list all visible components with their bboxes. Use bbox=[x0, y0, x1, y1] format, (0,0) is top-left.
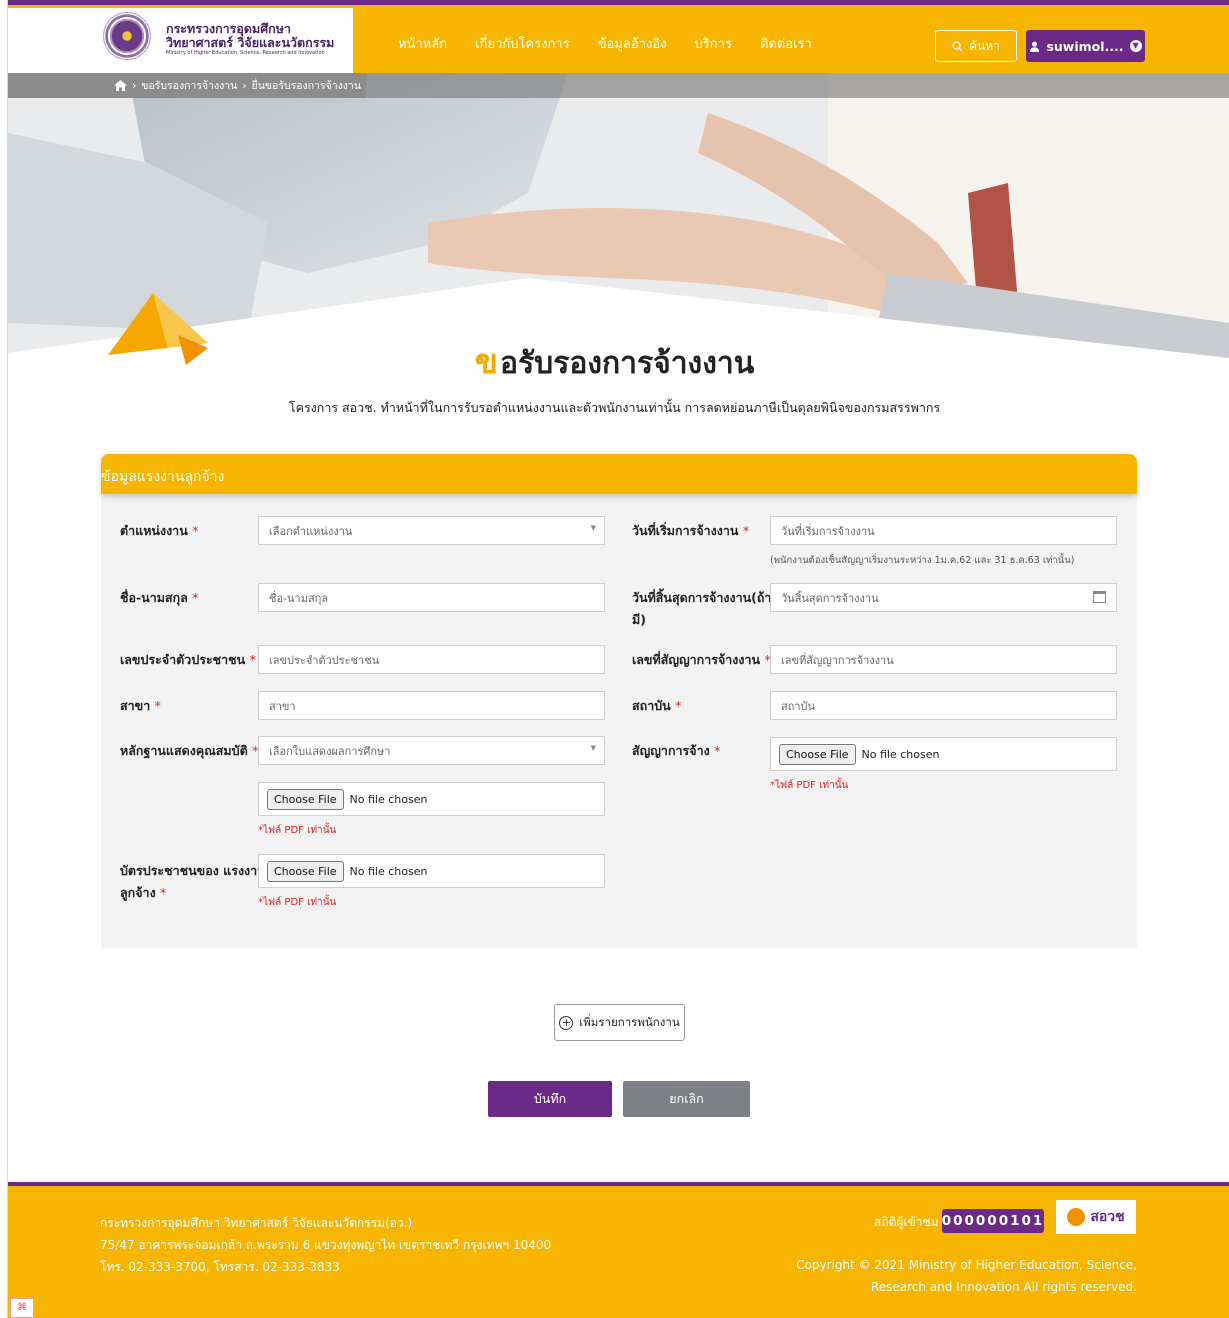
visit-counter: 000000101 bbox=[942, 1209, 1044, 1233]
id-card-label: บัตรประชาชนของ แรงงาน ลูกจ้าง * bbox=[120, 863, 266, 900]
footer-address: 75/47 อาคารพระจอมเกล้า ถ.พระราม 6 แขวงทุ… bbox=[100, 1238, 552, 1252]
sawo-logo[interactable]: สอวช bbox=[1056, 1200, 1136, 1234]
nav-home[interactable]: หน้าหลัก bbox=[398, 33, 447, 54]
end-date-placeholder: วันสิ้นสุดการจ้างงาน bbox=[781, 591, 879, 605]
breadcrumb-item-certify[interactable]: ขอรับรองการจ้างงาน bbox=[141, 77, 237, 94]
qualification-label: หลักฐานแสดงคุณสมบัติ * bbox=[120, 743, 259, 758]
logo-text-english: Ministry of Higher Education, Science, R… bbox=[166, 50, 325, 56]
footer-org: กระทรวงการอุดมศึกษา วิทยาศาสตร์ วิจัยและ… bbox=[100, 1216, 413, 1230]
page-title: ขอรับรองการจ้างงาน bbox=[0, 334, 1229, 388]
user-name: suwimol.... bbox=[1046, 38, 1124, 54]
user-icon bbox=[1030, 41, 1040, 52]
employee-form-card: ข้อมูลแรงงานลูกจ้าง ตำแหน่งงาน * เลือกตำ… bbox=[101, 454, 1137, 948]
user-menu-button[interactable]: suwimol.... ▼ bbox=[1026, 30, 1145, 62]
contract-pdf-note: *ไฟล์ PDF เท่านั้น bbox=[770, 780, 849, 791]
add-employee-button[interactable]: + เพิ่มรายการพนักงาน bbox=[554, 1004, 685, 1041]
contract-number-label: เลขที่สัญญาการจ้างงาน * bbox=[632, 652, 771, 667]
main-nav: หน้าหลัก เกี่ยวกับโครงการ ข้อมูลอ้างอิง … bbox=[398, 33, 840, 54]
start-date-placeholder: วันที่เริ่มการจ้างงาน bbox=[781, 524, 875, 538]
institute-placeholder: สถาบัน bbox=[781, 699, 816, 713]
plus-circle-icon: + bbox=[559, 1015, 574, 1030]
home-icon[interactable] bbox=[114, 80, 127, 91]
contract-choose-file-button[interactable]: Choose File bbox=[779, 743, 856, 765]
contract-number-placeholder: เลขที่สัญญาการจ้างงาน bbox=[781, 653, 894, 667]
footer-phone: โทร. 02-333-3700, โทรสาร. 02-333-3833 bbox=[100, 1260, 340, 1274]
start-date-input[interactable]: วันที่เริ่มการจ้างงาน bbox=[770, 516, 1117, 545]
position-select[interactable]: เลือกตำแหน่งงาน ▼ bbox=[258, 516, 605, 545]
contract-label: สัญญาการจ้าง * bbox=[632, 743, 721, 758]
institute-input[interactable]: สถาบัน bbox=[770, 691, 1117, 720]
page-title-rest: อรับรองการจ้างงาน bbox=[500, 346, 755, 381]
end-date-label: วันที่สิ้นสุดการจ้างงาน(ถ้า มี) bbox=[632, 590, 772, 627]
debug-toolbar-icon[interactable]: ⌘ bbox=[10, 1298, 34, 1318]
calendar-icon[interactable] bbox=[1093, 591, 1106, 603]
page-subtitle: โครงการ สอวช. ทำหน้าที่ในการรับรอตำแหน่ง… bbox=[288, 400, 941, 415]
institute-label: สถาบัน * bbox=[632, 698, 682, 713]
qualification-pdf-note: *ไฟล์ PDF เท่านั้น bbox=[258, 825, 337, 836]
branch-placeholder: สาขา bbox=[269, 699, 296, 713]
position-select-value: เลือกตำแหน่งงาน bbox=[269, 524, 353, 538]
form-section-header: ข้อมูลแรงงานลูกจ้าง bbox=[101, 454, 1137, 494]
name-input[interactable]: ชื่อ-นามสกุล bbox=[258, 583, 605, 612]
breadcrumb-separator: › bbox=[242, 79, 247, 92]
id-number-placeholder: เลขประจำตัวประชาชน bbox=[269, 653, 380, 667]
page-title-initial: ข bbox=[474, 342, 499, 382]
contract-file-input[interactable]: Choose File No file chosen bbox=[770, 737, 1117, 771]
id-card-pdf-note: *ไฟล์ PDF เท่านั้น bbox=[258, 897, 337, 908]
caret-down-icon: ▼ bbox=[590, 524, 596, 532]
left-border bbox=[0, 0, 8, 1318]
name-label: ชื่อ-นามสกุล * bbox=[120, 590, 199, 605]
qualification-choose-file-button[interactable]: Choose File bbox=[267, 788, 344, 810]
ministry-logo[interactable]: กระทรวงการอุดมศึกษา วิทยาศาสตร์ วิจัยและ… bbox=[8, 8, 353, 74]
end-date-input[interactable]: วันสิ้นสุดการจ้างงาน bbox=[770, 583, 1117, 612]
form-section-title: ข้อมูลแรงงานลูกจ้าง bbox=[101, 469, 225, 485]
copyright-line1: Copyright © 2021 Ministry of Higher Educ… bbox=[796, 1258, 1137, 1272]
id-card-file-status: No file chosen bbox=[349, 864, 428, 878]
search-button[interactable]: ค้นหา bbox=[935, 30, 1017, 62]
hero-banner bbox=[8, 73, 1229, 373]
contract-file-status: No file chosen bbox=[861, 747, 940, 761]
id-card-file-input[interactable]: Choose File No file chosen bbox=[258, 854, 605, 888]
nav-contact[interactable]: ติดต่อเรา bbox=[760, 33, 812, 54]
branch-label: สาขา * bbox=[120, 698, 161, 713]
copyright-line2: Research and Innovation All rights reser… bbox=[870, 1280, 1137, 1294]
position-label: ตำแหน่งงาน * bbox=[120, 523, 199, 538]
site-footer: กระทรวงการอุดมศึกษา วิทยาศาสตร์ วิจัยและ… bbox=[8, 1186, 1229, 1318]
save-button[interactable]: บันทึก bbox=[488, 1081, 612, 1117]
search-icon bbox=[952, 40, 963, 52]
breadcrumb-separator: › bbox=[132, 79, 137, 92]
nav-services[interactable]: บริการ bbox=[695, 33, 732, 54]
chevron-down-icon: ▼ bbox=[1129, 40, 1142, 52]
start-date-label: วันที่เริ่มการจ้างงาน * bbox=[632, 523, 750, 538]
qualification-file-input[interactable]: Choose File No file chosen bbox=[258, 782, 605, 816]
sawo-logo-text: สอวช bbox=[1090, 1209, 1125, 1225]
branch-input[interactable]: สาขา bbox=[258, 691, 605, 720]
id-number-input[interactable]: เลขประจำตัวประชาชน bbox=[258, 645, 605, 674]
contract-number-input[interactable]: เลขที่สัญญาการจ้างงาน bbox=[770, 645, 1117, 674]
qualification-select-value: เลือกใบแสดงผลการศึกษา bbox=[269, 744, 391, 758]
id-card-choose-file-button[interactable]: Choose File bbox=[267, 860, 344, 882]
nav-reference[interactable]: ข้อมูลอ้างอิง bbox=[598, 33, 667, 54]
visits-label: สถิติผู้เข้าชม bbox=[874, 1215, 939, 1229]
search-button-label: ค้นหา bbox=[969, 38, 1000, 53]
breadcrumb: › ขอรับรองการจ้างงาน › ยื่นขอรับรองการจ้… bbox=[8, 73, 1229, 98]
ministry-seal-icon bbox=[103, 12, 151, 60]
sawo-logo-icon bbox=[1067, 1208, 1086, 1226]
breadcrumb-item-submit: ยื่นขอรับรองการจ้างงาน bbox=[251, 80, 362, 92]
name-placeholder: ชื่อ-นามสกุล bbox=[269, 591, 329, 605]
id-number-label: เลขประจำตัวประชาชน * bbox=[120, 652, 256, 667]
add-employee-label: เพิ่มรายการพนักงาน bbox=[579, 1014, 680, 1029]
qualification-file-status: No file chosen bbox=[349, 792, 428, 806]
caret-down-icon: ▼ bbox=[590, 744, 596, 752]
qualification-select[interactable]: เลือกใบแสดงผลการศึกษา ▼ bbox=[258, 736, 605, 765]
nav-about[interactable]: เกี่ยวกับโครงการ bbox=[475, 33, 570, 54]
start-date-hint: (พนักงานต้องเซ็นสัญญาเริ่มงานระหว่าง 1ม.… bbox=[770, 555, 1075, 566]
cancel-button[interactable]: ยกเลิก bbox=[623, 1081, 750, 1117]
